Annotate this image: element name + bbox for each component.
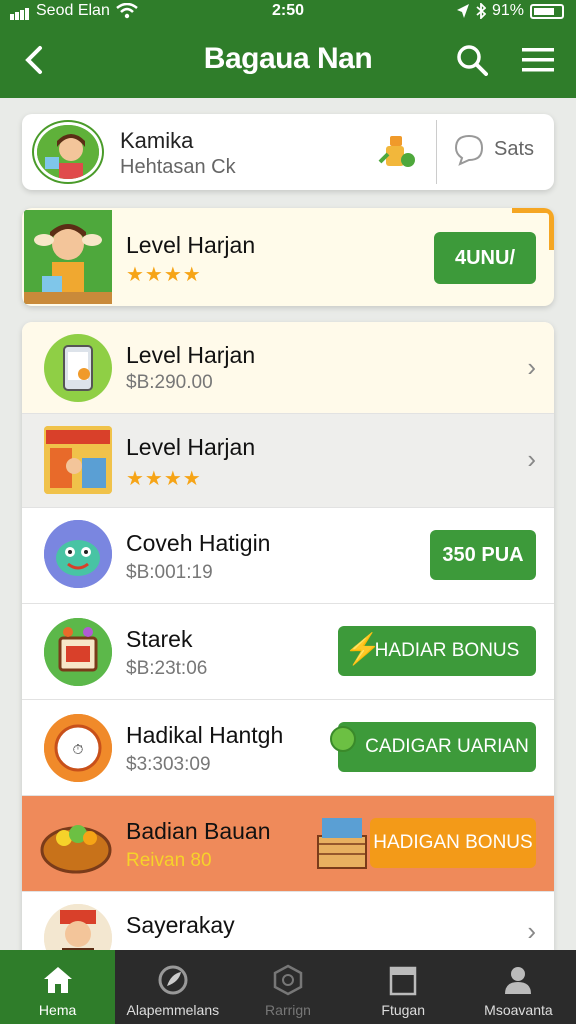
list-item-title: Coveh Hatigin: [126, 530, 271, 556]
list-item[interactable]: Coveh Hatigin $B:001:19 350 PUA: [22, 508, 554, 604]
list-item-title: Badian Bauan: [126, 818, 271, 844]
list-item[interactable]: Level Harjan ★★★★ ›: [22, 414, 554, 508]
featured-action-button[interactable]: 4UNU/: [434, 232, 536, 284]
bonus-button[interactable]: ⚡ HADIAR BONUS: [338, 626, 536, 676]
nav-explore[interactable]: Alapemmelans: [115, 950, 230, 1024]
phone-thumbnail: [44, 334, 112, 402]
nav-label: Alapemmelans: [126, 1002, 220, 1018]
gift-basket-icon: [317, 818, 367, 869]
chevron-right-icon: ›: [527, 916, 536, 946]
calendar-thumbnail: [44, 618, 112, 686]
coin-icon: [330, 726, 356, 752]
chevron-right-icon: ›: [527, 352, 536, 382]
sats-button[interactable]: Sats: [452, 132, 534, 166]
list-item[interactable]: Starek $B:23t:06 ⚡ HADIAR BONUS: [22, 604, 554, 700]
list-item-subtitle: $B:290.00: [126, 372, 213, 393]
star-rating: ★★★★: [126, 264, 202, 286]
status-bar: Seod Elan 2:50 91%: [0, 0, 576, 26]
list-item-subtitle: $3:303:09: [126, 754, 211, 775]
list-item-subtitle: Reivan 80: [126, 850, 212, 871]
battery-percent: 91%: [491, 2, 524, 19]
clock-thumbnail: ⏱: [44, 714, 112, 782]
divider: [436, 120, 437, 184]
svg-text:⏱: ⏱: [73, 741, 84, 757]
basket-bonus-button[interactable]: HADIGAN BONUS: [370, 818, 536, 868]
shop-thumbnail: [44, 426, 112, 494]
menu-button[interactable]: [518, 40, 558, 80]
lightning-icon: ⚡: [344, 633, 382, 666]
featured-level-card[interactable]: Level Harjan ★★★★ 4UNU/: [22, 208, 554, 306]
profile-subtitle: Hehtasan Ck: [120, 156, 236, 178]
app-header: Seod Elan 2:50 91% Bagaua Nan: [0, 0, 576, 98]
nav-rank[interactable]: Rarrign: [230, 950, 345, 1024]
profile-name: Kamika: [120, 128, 194, 153]
bonus-button-label: HADIAR BONUS: [374, 640, 520, 661]
tools-icon[interactable]: [378, 132, 418, 172]
level-list: Level Harjan $B:290.00 › Level Harjan ★★…: [22, 322, 554, 952]
leaf-icon: [158, 965, 188, 995]
home-icon: [43, 967, 72, 993]
list-item-title: Level Harjan: [126, 342, 256, 368]
list-item[interactable]: ⏱ Hadikal Hantgh $3:303:09 CADIGAR UARIA…: [22, 700, 554, 796]
nav-inventory[interactable]: Ftugan: [346, 950, 461, 1024]
box-icon: [389, 966, 417, 996]
featured-title: Level Harjan: [126, 232, 256, 258]
list-item-title: Hadikal Hantgh: [126, 722, 284, 748]
star-rating: ★★★★: [126, 468, 202, 490]
list-item-title: Starek: [126, 626, 193, 652]
hamburger-menu-icon: [522, 48, 554, 72]
bluetooth-icon: [476, 3, 486, 19]
nav-label: Ftugan: [381, 1002, 425, 1018]
search-button[interactable]: [452, 40, 492, 80]
list-item-title: Sayerakay: [126, 912, 235, 938]
list-item-title: Level Harjan: [126, 434, 256, 460]
person-thumbnail: [44, 904, 112, 952]
profile-card[interactable]: Kamika Hehtasan Ck Sats: [22, 114, 554, 190]
reward-button-label: CADIGAR UARIAN: [365, 736, 529, 757]
list-item[interactable]: Level Harjan $B:290.00 ›: [22, 322, 554, 414]
profile-avatar: [34, 122, 102, 182]
basket-thumbnail: [38, 810, 114, 878]
chat-bubble-icon: [454, 134, 484, 166]
list-item-subtitle: $B:23t:06: [126, 658, 208, 679]
nav-profile[interactable]: Msoavanta: [461, 950, 576, 1024]
list-item-subtitle: $B:001:19: [126, 562, 213, 583]
reward-button[interactable]: CADIGAR UARIAN: [330, 722, 536, 772]
sats-label: Sats: [494, 137, 535, 160]
chevron-right-icon: ›: [527, 444, 536, 474]
bottom-navigation: Hema Alapemmelans Rarrign Ftugan Msoavan…: [0, 950, 576, 1024]
price-button[interactable]: 350 PUA: [430, 530, 536, 580]
nav-label: Msoavanta: [484, 1002, 553, 1018]
battery-icon: [530, 3, 564, 19]
nav-label: Hema: [38, 1002, 77, 1018]
user-icon: [505, 967, 532, 994]
monster-thumbnail: [44, 520, 112, 588]
featured-thumbnail: [24, 210, 112, 304]
nav-home[interactable]: Hema: [0, 950, 116, 1024]
location-icon: [456, 4, 469, 18]
list-item-highlighted[interactable]: Badian Bauan Reivan 80 HADIGAN BONUS: [22, 796, 554, 892]
search-icon: [457, 45, 488, 76]
list-item[interactable]: Sayerakay ›: [22, 892, 554, 952]
hexagon-icon: [273, 964, 303, 996]
nav-label: Rarrign: [265, 1002, 311, 1018]
